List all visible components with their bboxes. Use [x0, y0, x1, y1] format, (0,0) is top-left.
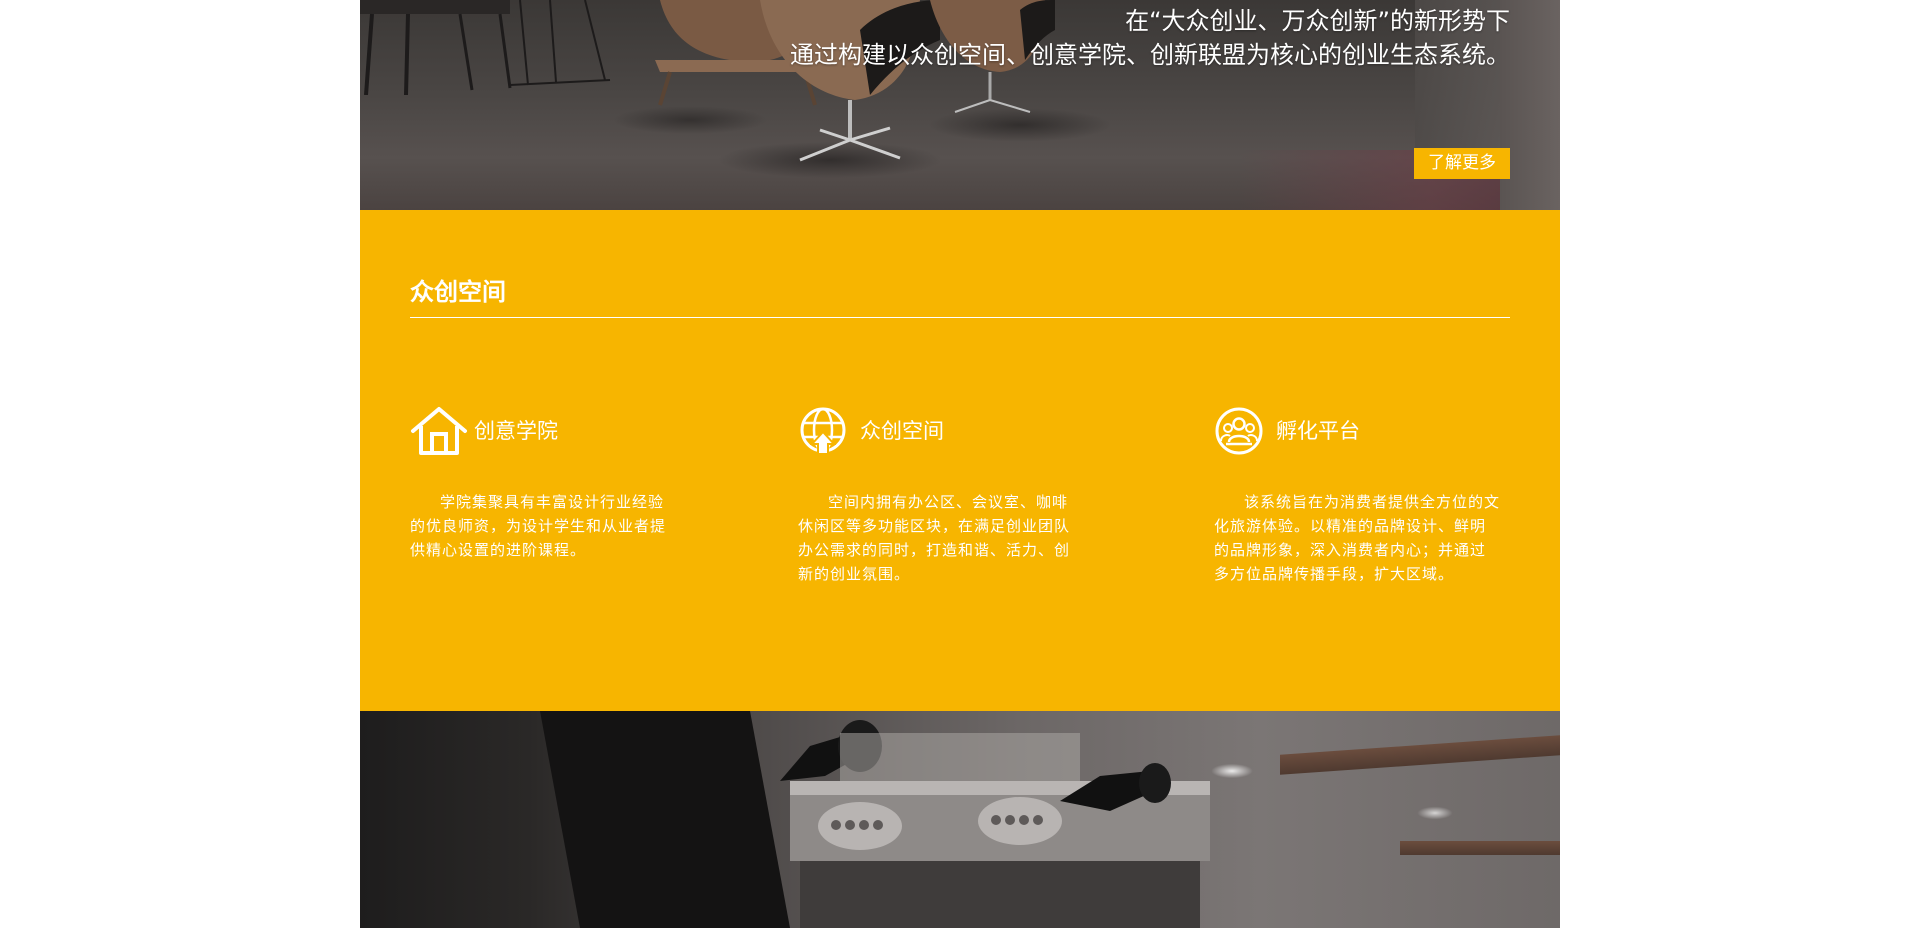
content-column: 在“大众创业、万众创新”的新形势下 通过构建以众创空间、创意学院、创新联盟为核心… — [360, 0, 1560, 928]
photo-shelf-lower — [1400, 841, 1560, 855]
hero-photo-tables — [360, 0, 611, 95]
coffee-machine-photo — [360, 711, 1560, 928]
people-group-icon — [1214, 406, 1264, 456]
hero-slogan-line-1: 在“大众创业、万众创新”的新形势下 — [1125, 7, 1510, 35]
photo-shelf — [1280, 735, 1560, 775]
features-section: 众创空间 创意学院 学院集聚具有丰富设计行业经验的优良师资，为设计学生和从业者提… — [360, 210, 1560, 711]
feature-space: 众创空间 空间内拥有办公区、会议室、咖啡休闲区等多功能区块，在满足创业团队办公需… — [798, 406, 1078, 586]
page: 在“大众创业、万众创新”的新形势下 通过构建以众创空间、创意学院、创新联盟为核心… — [0, 0, 1920, 928]
feature-academy: 创意学院 学院集聚具有丰富设计行业经验的优良师资，为设计学生和从业者提供精心设置… — [410, 406, 678, 562]
feature-academy-description: 学院集聚具有丰富设计行业经验的优良师资，为设计学生和从业者提供精心设置的进阶课程… — [410, 493, 667, 559]
section-title: 众创空间 — [410, 278, 506, 306]
feature-incubator-title: 孵化平台 — [1276, 419, 1360, 443]
hero-banner: 在“大众创业、万众创新”的新形势下 通过构建以众创空间、创意学院、创新联盟为核心… — [360, 0, 1560, 210]
feature-academy-head: 创意学院 — [410, 406, 678, 456]
hero-slogan: 在“大众创业、万众创新”的新形势下 通过构建以众创空间、创意学院、创新联盟为核心… — [790, 4, 1510, 72]
feature-space-description: 空间内拥有办公区、会议室、咖啡休闲区等多功能区块，在满足创业团队办公需求的同时，… — [798, 493, 1071, 583]
feature-space-head: 众创空间 — [798, 406, 1078, 456]
house-icon — [410, 406, 467, 456]
feature-incubator: 孵化平台 该系统旨在为消费者提供全方位的文化旅游体验。以精准的品牌设计、鲜明的品… — [1214, 406, 1500, 586]
section-divider — [410, 317, 1510, 318]
feature-academy-title: 创意学院 — [474, 419, 558, 443]
hero-slogan-line-2: 通过构建以众创空间、创意学院、创新联盟为核心的创业生态系统。 — [790, 41, 1510, 69]
feature-incubator-description: 该系统旨在为消费者提供全方位的文化旅游体验。以精准的品牌设计、鲜明的品牌形象，深… — [1214, 493, 1501, 583]
photo-espresso-machine — [540, 711, 1210, 928]
feature-incubator-head: 孵化平台 — [1214, 406, 1500, 456]
globe-upload-icon — [798, 406, 848, 456]
learn-more-button[interactable]: 了解更多 — [1414, 148, 1510, 179]
feature-space-title: 众创空间 — [860, 419, 944, 443]
